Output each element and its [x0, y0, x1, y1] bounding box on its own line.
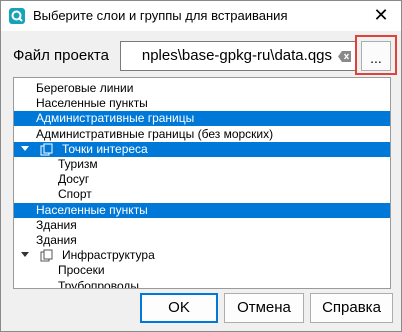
project-file-input[interactable]: nples\base-gpkg-ru\data.qgs [120, 41, 357, 71]
clear-input-icon[interactable] [338, 51, 352, 62]
title-bar: Выберите слои и группы для встраивания ✕ [1, 1, 401, 31]
tree-layer-row[interactable]: Здания [14, 233, 390, 248]
tree-item-label: Просеки [58, 263, 105, 278]
layer-group-icon [40, 143, 53, 156]
tree-item-label: Досуг [58, 172, 90, 187]
tree-item-label: Административные границы [36, 111, 195, 126]
layers-tree[interactable]: Береговые линии Населенные пункты Админист… [13, 77, 391, 289]
tree-item-label: Здания [36, 233, 77, 247]
tree-layer-row[interactable]: Просеки [14, 263, 390, 278]
project-file-path: nples\base-gpkg-ru\data.qgs [141, 47, 332, 64]
tree-item-label: Инфраструктура [62, 248, 155, 263]
cancel-button[interactable]: Отмена [224, 293, 304, 323]
window-title: Выберите слои и группы для встраивания [33, 8, 288, 23]
tree-layer-row[interactable]: Административные границы (без морских) [14, 127, 390, 142]
embed-layers-dialog: Выберите слои и группы для встраивания ✕… [0, 0, 402, 332]
tree-layer-row[interactable]: Населенные пункты [14, 96, 390, 111]
tree-group-row[interactable]: Инфраструктура [14, 248, 390, 263]
expand-arrow-icon[interactable] [21, 145, 29, 151]
expand-arrow-icon[interactable] [21, 252, 29, 258]
close-icon[interactable]: ✕ [361, 1, 401, 31]
tree-item-label: Административные границы (без морских) [36, 126, 274, 141]
tree-layer-row[interactable]: Здания [14, 218, 390, 233]
tree-item-label: Туризм [58, 157, 98, 171]
tree-layer-row[interactable]: Спорт [14, 187, 390, 202]
layer-group-icon [40, 249, 53, 262]
tree-layer-row[interactable]: Береговые линии [14, 81, 390, 96]
tree-item-label: Береговые линии [36, 81, 134, 95]
tree-item-label: Населенные пункты [36, 96, 148, 111]
tree-layer-row[interactable]: Досуг [14, 172, 390, 187]
tree-layer-row[interactable]: Трубопроводы [14, 278, 390, 289]
tree-item-label: Трубопроводы [58, 278, 139, 289]
browse-highlight-box [355, 35, 397, 75]
tree-group-row[interactable]: Точки интереса [14, 141, 390, 157]
ok-button[interactable]: OK [140, 293, 218, 323]
tree-item-label: Населенные пункты [36, 202, 148, 217]
tree-layer-row[interactable]: Населенные пункты [14, 202, 390, 218]
tree-item-label: Спорт [58, 187, 92, 202]
tree-layer-row[interactable]: Административные границы [14, 111, 390, 127]
qgis-app-icon [9, 8, 25, 24]
tree-item-label: Здания [36, 217, 77, 232]
tree-item-label: Точки интереса [62, 141, 148, 156]
help-button[interactable]: Справка [310, 293, 393, 323]
tree-layer-row[interactable]: Туризм [14, 157, 390, 172]
project-file-label: Файл проекта [13, 47, 109, 64]
